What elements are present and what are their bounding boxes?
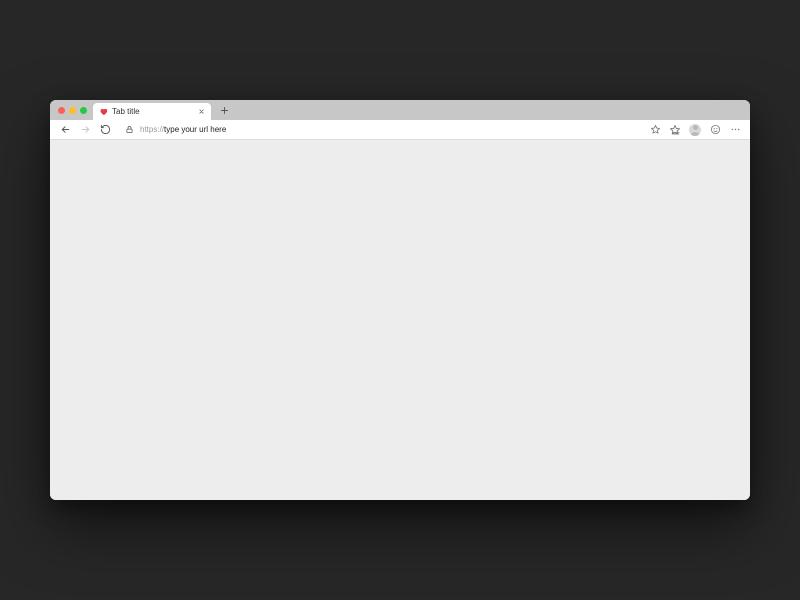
- close-window-button[interactable]: [58, 107, 65, 114]
- address-bar[interactable]: https://type your url here: [122, 122, 638, 138]
- browser-window: Tab title https: [50, 100, 750, 500]
- minimize-window-button[interactable]: [69, 107, 76, 114]
- refresh-button[interactable]: [96, 121, 114, 139]
- forward-button[interactable]: [76, 121, 94, 139]
- lock-icon: [122, 125, 136, 134]
- tab-title: Tab title: [112, 107, 140, 116]
- address-protocol: https://: [140, 125, 164, 134]
- avatar-icon: [689, 124, 701, 136]
- back-button[interactable]: [56, 121, 74, 139]
- favorites-list-button[interactable]: [666, 121, 684, 139]
- address-url: type your url here: [164, 125, 226, 134]
- heart-icon: [99, 107, 108, 116]
- page-content: [50, 140, 750, 500]
- more-button[interactable]: [726, 121, 744, 139]
- toolbar: https://type your url here: [50, 120, 750, 140]
- window-controls: [50, 107, 93, 114]
- new-tab-button[interactable]: [217, 103, 231, 117]
- tab-strip: Tab title: [50, 100, 750, 120]
- close-tab-icon[interactable]: [198, 108, 205, 115]
- maximize-window-button[interactable]: [80, 107, 87, 114]
- feedback-button[interactable]: [706, 121, 724, 139]
- profile-button[interactable]: [686, 121, 704, 139]
- browser-tab[interactable]: Tab title: [93, 103, 211, 120]
- toolbar-right: [646, 121, 744, 139]
- favorite-button[interactable]: [646, 121, 664, 139]
